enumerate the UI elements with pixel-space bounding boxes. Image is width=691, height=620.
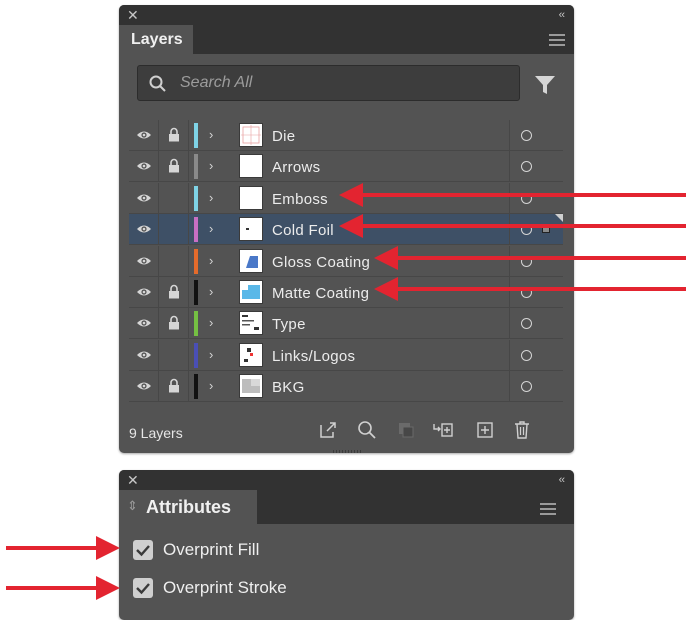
annotation-arrows [6,183,686,600]
